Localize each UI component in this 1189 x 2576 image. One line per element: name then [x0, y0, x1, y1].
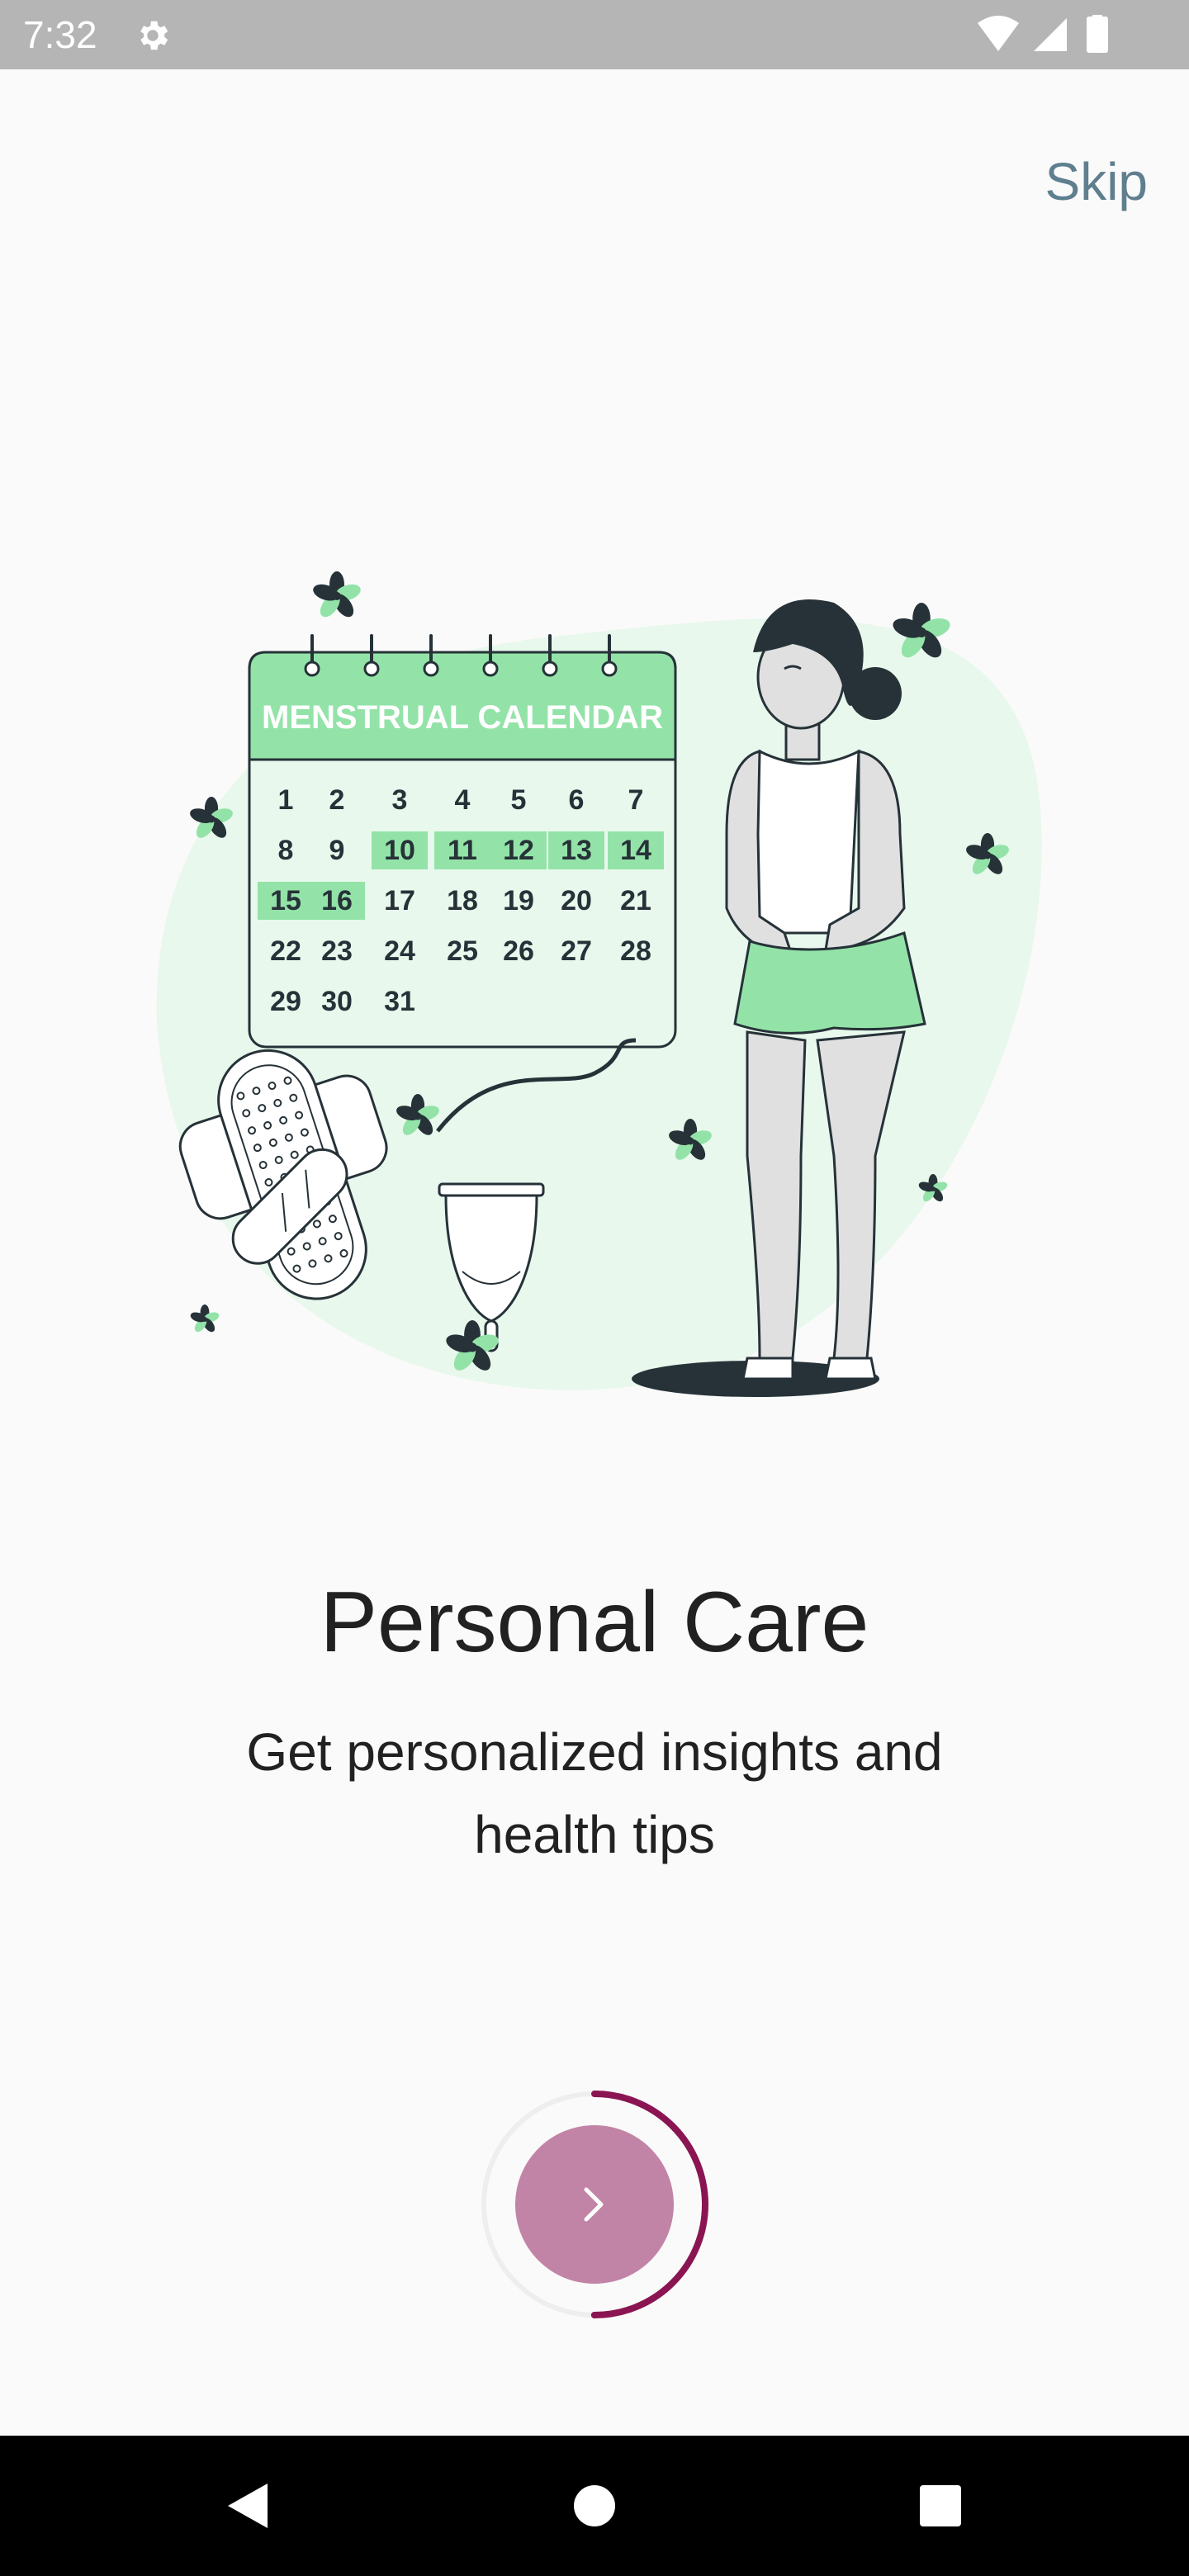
calendar-day: 21	[620, 885, 651, 916]
flower-icon	[190, 1305, 220, 1333]
skip-button[interactable]: Skip	[1045, 149, 1149, 215]
next-button[interactable]	[515, 2125, 674, 2284]
calendar-day: 6	[569, 784, 585, 816]
wifi-icon	[978, 16, 1019, 51]
calendar-day: 31	[384, 986, 415, 1017]
calendar-day: 23	[321, 935, 353, 967]
next-button-wrapper	[479, 2089, 710, 2320]
calendar-day: 12	[503, 835, 534, 866]
status-bar: 7:32	[0, 0, 1189, 69]
flower-icon	[313, 571, 361, 618]
status-icons	[978, 15, 1108, 53]
calendar-day: 4	[455, 784, 471, 816]
calendar-day: 22	[270, 935, 301, 967]
calendar-day: 9	[329, 835, 345, 866]
calendar-day: 28	[620, 935, 651, 967]
recents-icon[interactable]	[903, 2469, 978, 2543]
calendar-day: 2	[329, 784, 345, 816]
navigation-bar	[0, 2436, 1189, 2576]
gear-icon	[140, 21, 168, 50]
calendar-day: 14	[620, 835, 651, 866]
calendar-title: MENSTRUAL CALENDAR	[262, 699, 663, 736]
calendar-day: 1	[278, 784, 294, 816]
calendar-day: 10	[384, 835, 415, 866]
calendar-day: 24	[384, 935, 415, 967]
calendar-day: 8	[278, 835, 294, 866]
calendar-day: 30	[321, 986, 353, 1017]
chevron-right-icon	[584, 2187, 604, 2222]
calendar-day: 16	[321, 885, 353, 916]
calendar-day: 13	[561, 835, 592, 866]
signal-icon	[1034, 18, 1067, 51]
page-subtitle: Get personalized insights and health tip…	[246, 1722, 943, 1864]
calendar: MENSTRUAL CALENDAR 1 2 3 4 5 6 78 9 10 11 12 13 1415…	[248, 634, 677, 1049]
calendar-day: 18	[447, 885, 478, 916]
calendar-day: 27	[561, 935, 592, 967]
calendar-day: 17	[384, 885, 415, 916]
battery-icon	[1087, 17, 1108, 53]
calendar-day: 19	[503, 885, 534, 916]
onboarding-illustration: MENSTRUAL CALENDAR 1 2 3 4 5 6 78 9 10 11 12 13 1415…	[156, 571, 1042, 1397]
calendar-day: 11	[448, 835, 477, 866]
back-icon[interactable]	[211, 2469, 286, 2543]
calendar-day: 26	[503, 935, 534, 967]
status-time: 7:32	[23, 13, 97, 56]
calendar-day: 15	[270, 885, 301, 916]
calendar-day: 29	[270, 986, 301, 1017]
calendar-day: 7	[628, 784, 644, 816]
calendar-day: 20	[561, 885, 592, 916]
calendar-day: 25	[447, 935, 478, 967]
home-icon[interactable]	[557, 2469, 632, 2543]
calendar-day: 3	[392, 784, 408, 816]
calendar-day: 5	[511, 784, 527, 816]
page-title: Personal Care	[320, 1574, 869, 1670]
